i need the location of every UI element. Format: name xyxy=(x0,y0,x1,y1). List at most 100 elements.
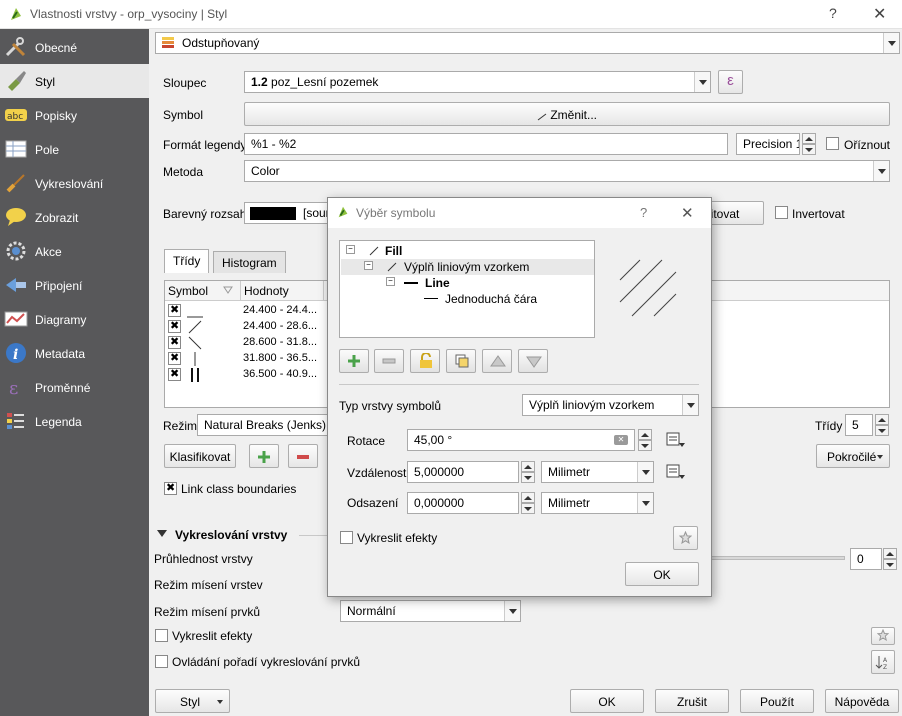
renderer-select[interactable]: Odstupňovaný xyxy=(155,32,900,54)
sidebar-item-diagramy[interactable]: Diagramy xyxy=(0,302,149,336)
feature-blend-select[interactable]: Normální xyxy=(340,600,521,622)
row-visible-checkbox[interactable] xyxy=(168,351,181,365)
tree-item-fill[interactable]: Fill xyxy=(385,244,402,258)
dialog-draw-effects-checkbox[interactable] xyxy=(340,531,353,544)
row-value[interactable]: 28.600 - 31.8... xyxy=(243,336,317,348)
sidebar-item-pole[interactable]: Pole xyxy=(0,132,149,166)
classes-count-stepper[interactable] xyxy=(875,414,889,436)
row-visible-checkbox[interactable] xyxy=(168,335,181,349)
tree-item-line[interactable]: Line xyxy=(425,276,450,290)
dialog-close-button[interactable]: ✕ xyxy=(681,204,694,222)
feature-order-checkbox[interactable] xyxy=(155,655,168,668)
method-select[interactable]: Color xyxy=(244,160,890,182)
table-row[interactable]: 24.400 - 24.4... xyxy=(165,303,325,319)
rendering-section-title[interactable]: Vykreslování vrstvy xyxy=(175,528,287,542)
close-button[interactable]: ✕ xyxy=(873,4,886,24)
symbol-swatch-icon[interactable] xyxy=(185,351,205,367)
sidebar-item-popisky[interactable]: abc Popisky xyxy=(0,98,149,132)
add-class-button[interactable] xyxy=(249,444,279,468)
tree-toggle-icon[interactable]: − xyxy=(346,245,355,254)
remove-layer-button[interactable] xyxy=(374,349,404,373)
change-symbol-button[interactable]: Změnit... xyxy=(244,102,890,126)
layer-type-select[interactable]: Výplň liniovým vzorkem xyxy=(522,394,699,416)
collapse-triangle-icon[interactable] xyxy=(157,530,167,538)
sidebar-item-vykreslovani[interactable]: Vykreslování xyxy=(0,166,149,200)
effects-settings-button[interactable] xyxy=(871,627,895,645)
column-select[interactable]: 1.2 poz_Lesní pozemek xyxy=(244,71,711,93)
sidebar-item-akce[interactable]: Akce xyxy=(0,234,149,268)
link-boundaries-checkbox[interactable] xyxy=(164,481,177,495)
opacity-stepper[interactable] xyxy=(883,548,897,570)
row-visible-checkbox[interactable] xyxy=(168,303,181,317)
rotation-input[interactable]: 45,00 ° ✕ xyxy=(407,429,635,451)
dialog-ok-button[interactable]: OK xyxy=(625,562,699,586)
cancel-button[interactable]: Zrušit xyxy=(655,689,729,713)
precision-spinbox[interactable]: Precision 1 xyxy=(736,133,800,155)
opacity-slider-track[interactable] xyxy=(709,556,845,560)
move-down-button[interactable] xyxy=(518,349,548,373)
table-row[interactable]: 28.600 - 31.8... xyxy=(165,335,325,351)
trim-checkbox[interactable] xyxy=(826,137,839,150)
opacity-spinbox[interactable]: 0 xyxy=(850,548,882,570)
sidebar-item-metadata[interactable]: i Metadata xyxy=(0,336,149,370)
clear-icon[interactable]: ✕ xyxy=(614,435,628,445)
mode-select[interactable]: Natural Breaks (Jenks) xyxy=(197,414,347,436)
help-button[interactable]: ? xyxy=(829,5,837,21)
move-up-button[interactable] xyxy=(482,349,512,373)
advanced-button[interactable]: Pokročilé xyxy=(816,444,890,468)
classify-button[interactable]: Klasifikovat xyxy=(164,444,236,468)
legend-format-input[interactable]: %1 - %2 xyxy=(244,133,728,155)
table-row[interactable]: 24.400 - 28.6... xyxy=(165,319,325,335)
data-defined-override-icon[interactable] xyxy=(665,463,687,481)
dialog-help-button[interactable]: ? xyxy=(640,205,647,220)
offset-input[interactable]: 0,000000 xyxy=(407,492,519,514)
tree-toggle-icon[interactable]: − xyxy=(364,261,373,270)
spacing-stepper[interactable] xyxy=(521,461,535,483)
expression-button[interactable]: ε xyxy=(718,70,743,94)
add-layer-button[interactable] xyxy=(339,349,369,373)
tab-classes[interactable]: Třídy xyxy=(164,249,210,273)
sidebar-item-zobrazit[interactable]: Zobrazit xyxy=(0,200,149,234)
offset-stepper[interactable] xyxy=(521,492,535,514)
spacing-unit-select[interactable]: Milimetr xyxy=(541,461,654,483)
spacing-input[interactable]: 5,000000 xyxy=(407,461,519,483)
offset-unit-select[interactable]: Milimetr xyxy=(541,492,654,514)
rotation-stepper[interactable] xyxy=(638,429,652,451)
duplicate-layer-button[interactable] xyxy=(446,349,476,373)
invert-checkbox[interactable] xyxy=(775,206,788,219)
lock-layer-button[interactable] xyxy=(410,349,440,373)
row-value[interactable]: 24.400 - 24.4... xyxy=(243,304,317,316)
feature-order-button[interactable]: AZ xyxy=(871,650,895,674)
symbol-swatch-icon[interactable] xyxy=(185,367,205,383)
sidebar-item-promenne[interactable]: ε Proměnné xyxy=(0,370,149,404)
remove-class-button[interactable] xyxy=(288,444,318,468)
row-visible-checkbox[interactable] xyxy=(168,367,181,381)
tab-histogram[interactable]: Histogram xyxy=(213,251,286,273)
table-row[interactable]: 31.800 - 36.5... xyxy=(165,351,325,367)
symbol-swatch-icon[interactable] xyxy=(185,335,205,351)
sidebar-item-styl[interactable]: Styl xyxy=(0,64,149,98)
row-visible-checkbox[interactable] xyxy=(168,319,181,333)
symbol-swatch-icon[interactable] xyxy=(185,319,205,335)
dialog-effects-button[interactable] xyxy=(673,526,698,550)
sidebar-item-pripojeni[interactable]: Připojení xyxy=(0,268,149,302)
style-menu-button[interactable]: Styl xyxy=(155,689,230,713)
help-footer-button[interactable]: Nápověda xyxy=(825,689,899,713)
column-header-symbol[interactable]: Symbol xyxy=(165,281,241,301)
classes-count-spinbox[interactable]: 5 xyxy=(845,414,873,436)
table-row[interactable]: 36.500 - 40.9... xyxy=(165,367,325,383)
column-header-values[interactable]: Hodnoty xyxy=(241,281,324,301)
symbol-swatch-icon[interactable] xyxy=(185,303,205,319)
sidebar-item-obecne[interactable]: Obecné xyxy=(0,30,149,64)
row-value[interactable]: 31.800 - 36.5... xyxy=(243,352,317,364)
apply-button[interactable]: Použít xyxy=(740,689,814,713)
precision-stepper[interactable] xyxy=(802,133,816,155)
row-value[interactable]: 24.400 - 28.6... xyxy=(243,320,317,332)
data-defined-override-icon[interactable] xyxy=(665,431,687,449)
tree-item-line-pattern[interactable]: Výplň liniovým vzorkem xyxy=(404,260,529,274)
tree-toggle-icon[interactable]: − xyxy=(386,277,395,286)
tree-item-simple-line[interactable]: Jednoduchá čára xyxy=(445,292,537,306)
ok-button[interactable]: OK xyxy=(570,689,644,713)
sidebar-item-legenda[interactable]: Legenda xyxy=(0,404,149,438)
draw-effects-checkbox[interactable] xyxy=(155,629,168,642)
